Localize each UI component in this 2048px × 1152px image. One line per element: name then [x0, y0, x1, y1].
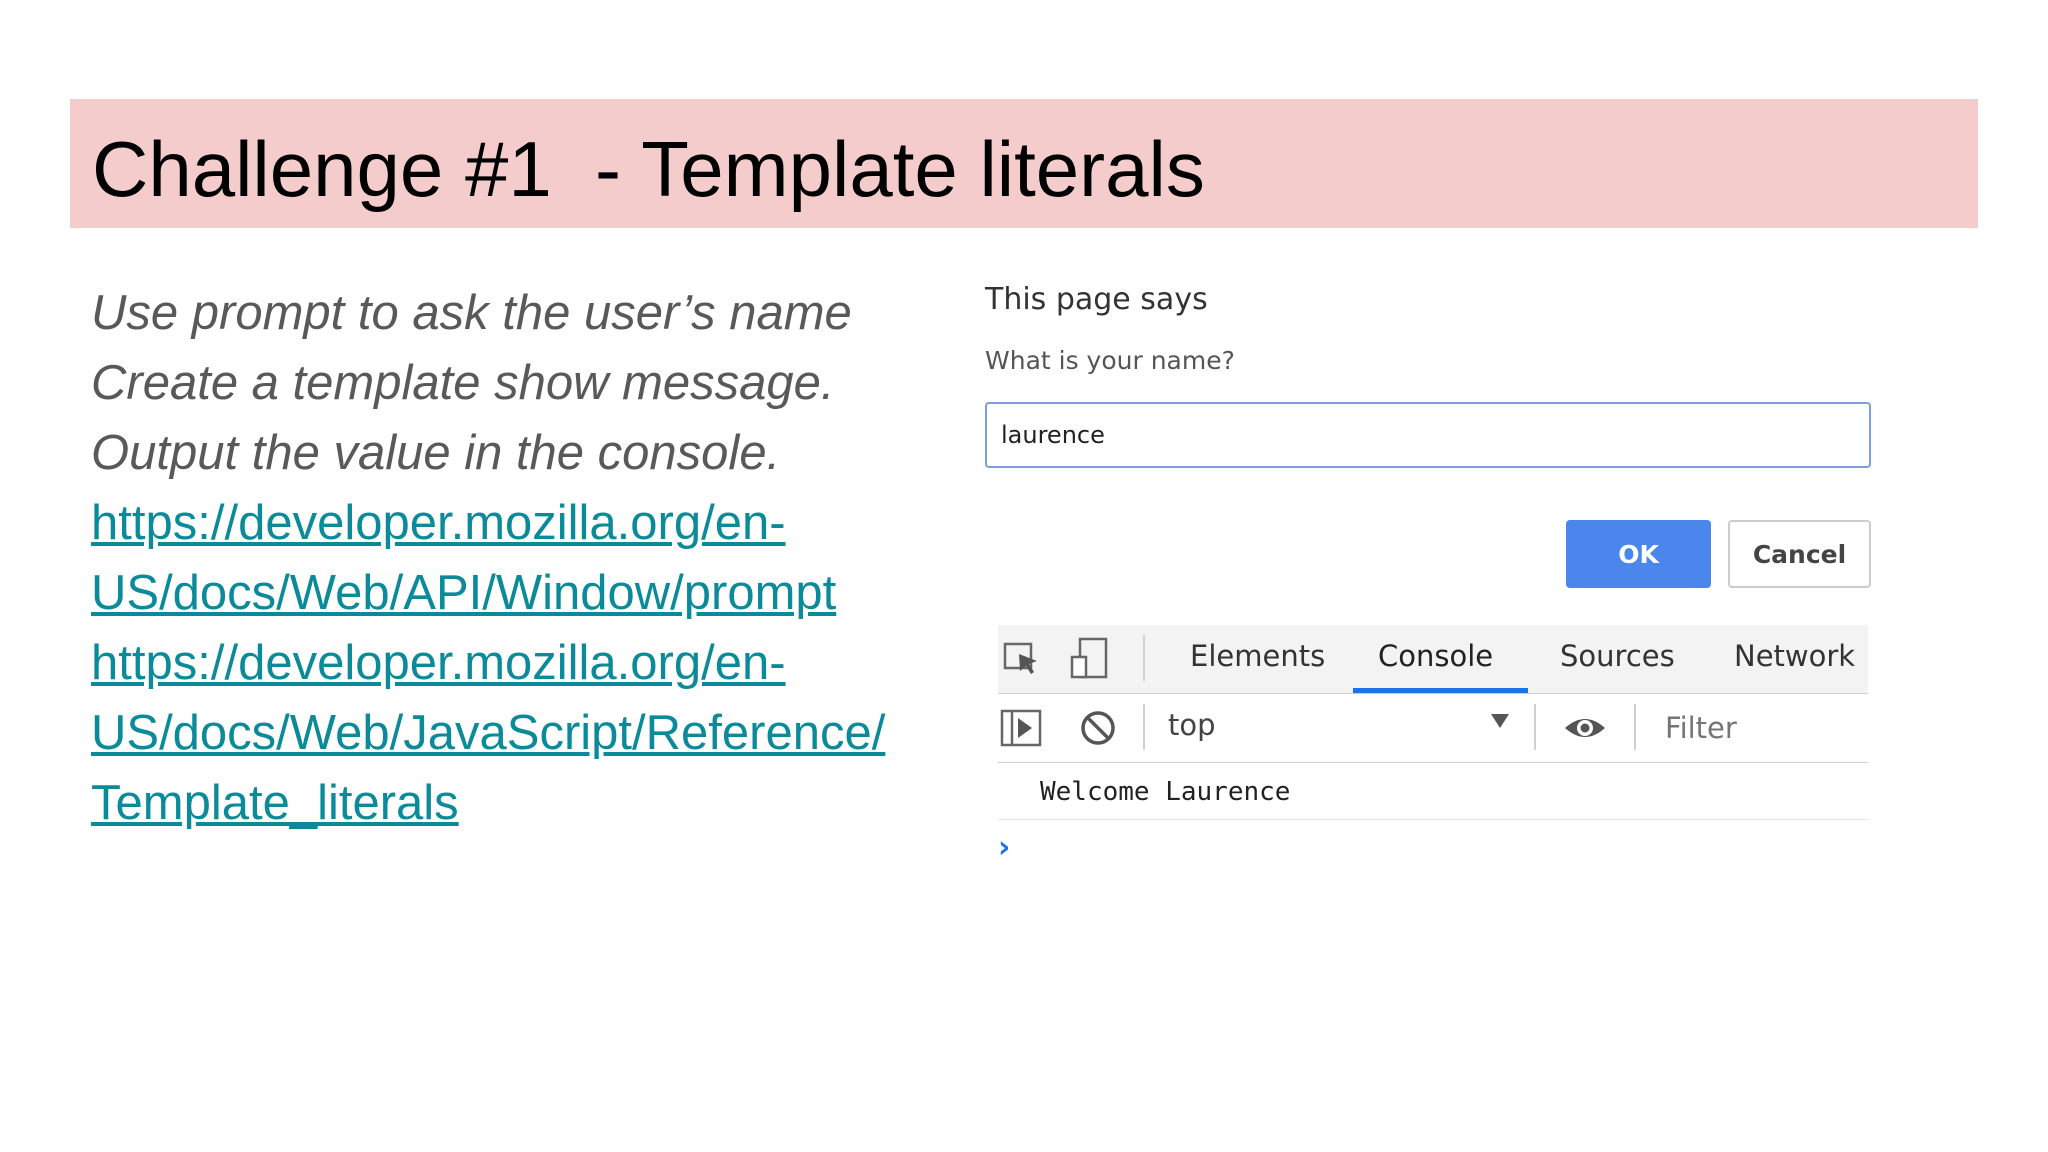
toolbar-divider: [1143, 704, 1145, 750]
instruction-line: Output the value in the console.: [91, 426, 781, 480]
ok-button[interactable]: OK: [1566, 520, 1711, 588]
title-bar: Challenge #1 - Template literals: [70, 99, 1978, 228]
console-message: Welcome Laurence: [1040, 777, 1291, 807]
filter-input[interactable]: [1655, 702, 1868, 754]
template-literals-docs-link[interactable]: US/docs/Web/JavaScript/Reference/: [91, 698, 951, 768]
console-divider: [998, 819, 1868, 820]
device-toolbar-icon[interactable]: [1068, 635, 1112, 683]
tab-elements[interactable]: Elements: [1190, 639, 1325, 673]
dialog-message: What is your name?: [985, 346, 1235, 375]
slide-body: Use prompt to ask the user’s name Create…: [91, 278, 951, 838]
tab-sources[interactable]: Sources: [1560, 639, 1675, 673]
dialog-title: This page says: [985, 282, 1208, 317]
instruction-line: Create a template show message.: [91, 356, 835, 410]
devtools-panel: Elements Console Sources Network top Fil…: [998, 625, 1868, 870]
clear-console-icon[interactable]: [1078, 708, 1118, 748]
toolbar-divider: [1534, 704, 1536, 750]
toolbar-divider: [1634, 704, 1636, 750]
instruction-line: Use prompt to ask the user’s name: [91, 286, 852, 340]
prompt-docs-link[interactable]: US/docs/Web/API/Window/prompt: [91, 558, 951, 628]
toolbar-divider: [1143, 635, 1145, 681]
console-toolbar: top: [998, 694, 1868, 763]
slide: Challenge #1 - Template literals Use pro…: [0, 0, 2048, 1152]
name-input[interactable]: [985, 402, 1871, 468]
devtools-tabbar: Elements Console Sources Network: [998, 625, 1868, 694]
chevron-down-icon[interactable]: [1491, 714, 1509, 728]
template-literals-docs-link[interactable]: Template_literals: [91, 768, 951, 838]
show-sidebar-icon[interactable]: [1000, 708, 1042, 748]
context-selector[interactable]: top: [1168, 708, 1216, 742]
active-tab-indicator: [1353, 688, 1528, 693]
prompt-docs-link[interactable]: https://developer.mozilla.org/en-: [91, 488, 951, 558]
cancel-button[interactable]: Cancel: [1728, 520, 1871, 588]
inspect-element-icon[interactable]: [1002, 639, 1042, 679]
template-literals-docs-link[interactable]: https://developer.mozilla.org/en-: [91, 628, 951, 698]
tab-console[interactable]: Console: [1378, 639, 1493, 673]
console-prompt-icon[interactable]: ›: [998, 830, 1010, 865]
prompt-dialog: This page says What is your name? OK Can…: [960, 250, 1900, 610]
live-expression-eye-icon[interactable]: [1563, 708, 1607, 748]
tab-network[interactable]: Network: [1734, 639, 1855, 673]
slide-title: Challenge #1 - Template literals: [92, 125, 1205, 213]
